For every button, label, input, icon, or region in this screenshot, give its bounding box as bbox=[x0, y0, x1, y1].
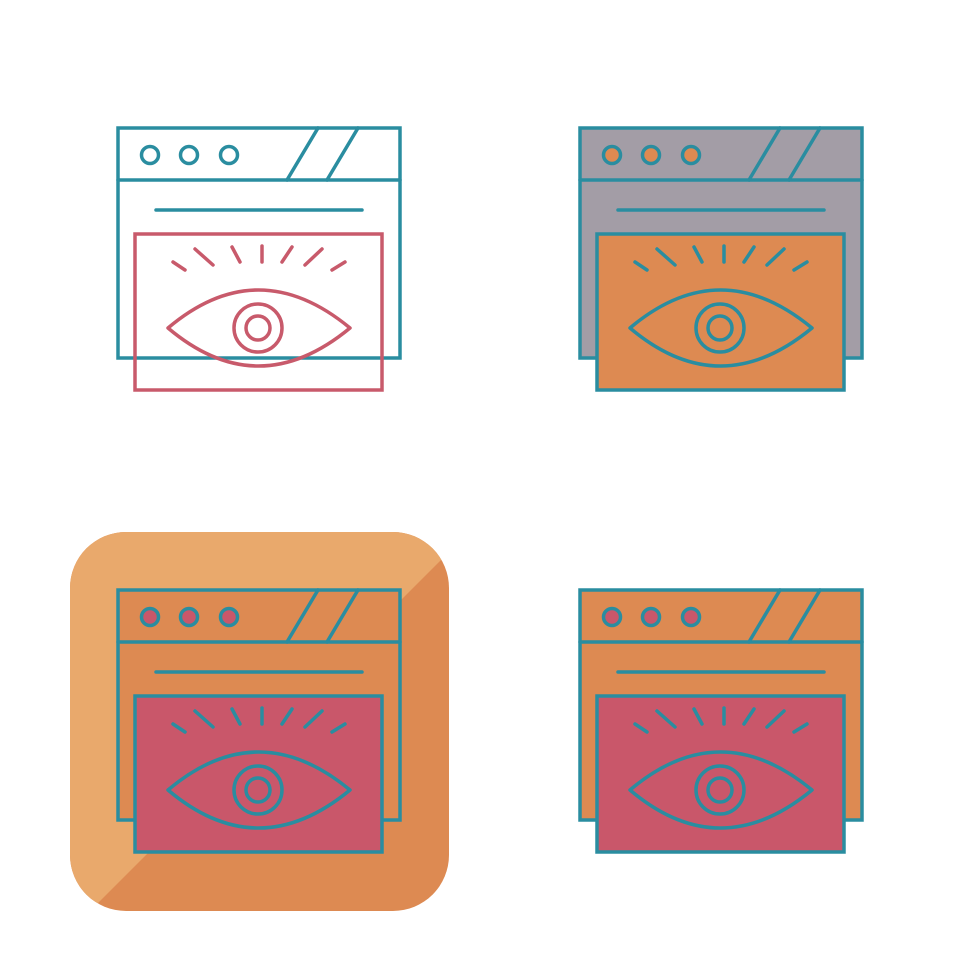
browser-eye-outline-icon bbox=[0, 0, 490, 490]
window-dot-2 bbox=[640, 144, 662, 166]
browser-eye-badge-icon bbox=[0, 462, 490, 952]
eyelash-2 bbox=[193, 247, 215, 267]
window-dot-3 bbox=[218, 144, 240, 166]
window-dot-1 bbox=[139, 606, 161, 628]
window-dot-2 bbox=[640, 606, 662, 628]
window-dot-2 bbox=[178, 606, 200, 628]
browser-window bbox=[116, 126, 402, 360]
eyelash-6 bbox=[303, 247, 324, 267]
window-dot-1 bbox=[601, 606, 623, 628]
eyelash-1 bbox=[171, 260, 187, 272]
eye-iris bbox=[232, 302, 284, 354]
eye-pupil bbox=[244, 314, 272, 342]
window-dot-2 bbox=[178, 144, 200, 166]
window-dot-1 bbox=[139, 144, 161, 166]
title-bar-stripe-1 bbox=[285, 126, 320, 182]
title-bar-stripe-2 bbox=[325, 126, 360, 182]
window-dot-1 bbox=[601, 144, 623, 166]
eyelash-5 bbox=[280, 245, 294, 264]
window-dot-3 bbox=[218, 606, 240, 628]
eyelash-7 bbox=[330, 260, 347, 272]
browser-eye-filled-orange-icon bbox=[462, 462, 952, 952]
window-dot-3 bbox=[680, 144, 702, 166]
window-dot-3 bbox=[680, 606, 702, 628]
browser-eye-filled-gray-icon bbox=[462, 0, 952, 490]
eye-outline bbox=[166, 288, 352, 368]
eyelash-3 bbox=[230, 245, 242, 264]
